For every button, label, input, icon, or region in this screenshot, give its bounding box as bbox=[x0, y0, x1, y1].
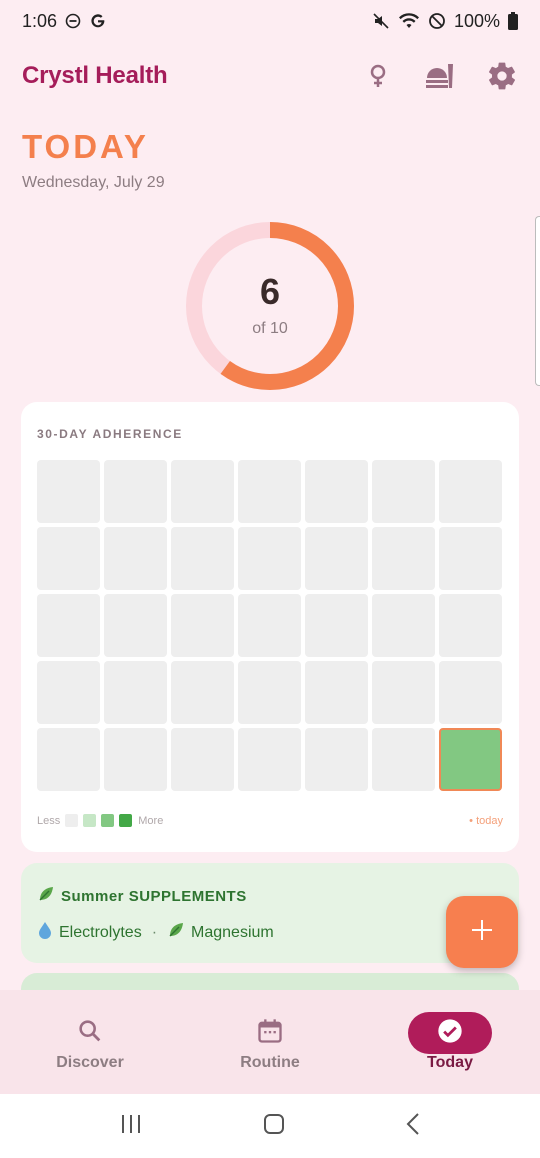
adherence-cell bbox=[439, 527, 502, 590]
female-symbol-icon[interactable] bbox=[362, 60, 394, 92]
adherence-cell bbox=[439, 460, 502, 523]
adherence-cell bbox=[238, 594, 301, 657]
bottom-navigation: Discover Routine Today bbox=[0, 990, 540, 1094]
routine-item-label: Magnesium bbox=[191, 923, 274, 941]
add-button[interactable] bbox=[446, 896, 518, 968]
adherence-cell bbox=[238, 527, 301, 590]
adherence-cell bbox=[37, 594, 100, 657]
adherence-cell bbox=[37, 527, 100, 590]
adherence-cell bbox=[372, 728, 435, 791]
adherence-cell bbox=[372, 594, 435, 657]
nav-label: Discover bbox=[56, 1054, 124, 1071]
adherence-cell bbox=[37, 728, 100, 791]
page-title: TODAY bbox=[22, 128, 149, 165]
legend-more-label: More bbox=[138, 814, 164, 827]
adherence-cell bbox=[171, 594, 234, 657]
legend-swatch-empty bbox=[65, 814, 79, 827]
status-time: 1:06 bbox=[22, 10, 58, 31]
adherence-cell bbox=[104, 460, 167, 523]
adherence-cell bbox=[305, 527, 368, 590]
plus-icon bbox=[470, 918, 494, 947]
adherence-cell bbox=[238, 661, 301, 724]
adherence-cell bbox=[104, 728, 167, 791]
adherence-cell bbox=[238, 728, 301, 791]
app-header: Crystl Health bbox=[0, 50, 540, 102]
adherence-cell bbox=[171, 728, 234, 791]
adherence-cell bbox=[238, 460, 301, 523]
adherence-cell bbox=[104, 661, 167, 724]
adherence-cell bbox=[372, 661, 435, 724]
nav-item-discover[interactable]: Discover bbox=[0, 990, 180, 1094]
app-brand: Crystl Health bbox=[22, 62, 168, 89]
leaf-icon bbox=[167, 921, 185, 944]
adherence-card-title: 30-DAY ADHERENCE bbox=[37, 427, 183, 441]
routine-item-label: Electrolytes bbox=[59, 923, 142, 941]
adherence-cell bbox=[104, 527, 167, 590]
recents-icon[interactable] bbox=[119, 1113, 143, 1140]
adherence-cell bbox=[37, 661, 100, 724]
back-icon[interactable] bbox=[405, 1112, 421, 1141]
legend-swatch-high bbox=[119, 814, 133, 827]
adherence-legend: Less More bbox=[37, 814, 163, 827]
adherence-cell bbox=[305, 661, 368, 724]
adherence-cell bbox=[305, 460, 368, 523]
wifi-icon bbox=[398, 12, 420, 30]
adherence-cell bbox=[305, 728, 368, 791]
item-separator: · bbox=[151, 923, 158, 941]
nav-item-today[interactable]: Today bbox=[360, 990, 540, 1094]
routine-items: Electrolytes · Magnesium bbox=[37, 921, 274, 944]
status-bar: 1:06 100% bbox=[0, 0, 540, 42]
mute-icon bbox=[372, 12, 390, 30]
adherence-cell bbox=[171, 460, 234, 523]
routine-title: Summer SUPPLEMENTS bbox=[61, 887, 247, 905]
routine-card[interactable]: Summer SUPPLEMENTS Electrolytes · Magnes… bbox=[21, 863, 519, 963]
adherence-cell bbox=[372, 460, 435, 523]
adherence-cell bbox=[104, 594, 167, 657]
system-navigation-bar bbox=[0, 1094, 540, 1158]
home-icon[interactable] bbox=[262, 1112, 286, 1141]
blocked-icon bbox=[428, 12, 446, 30]
battery-text: 100% bbox=[453, 10, 500, 31]
droplet-icon bbox=[37, 921, 53, 944]
adherence-grid bbox=[37, 460, 503, 791]
do-not-disturb-icon bbox=[65, 13, 81, 29]
adherence-cell bbox=[305, 594, 368, 657]
legend-less-label: Less bbox=[37, 814, 61, 827]
battery-icon bbox=[508, 12, 518, 30]
food-icon[interactable] bbox=[424, 60, 456, 92]
adherence-cell-today bbox=[439, 728, 502, 791]
adherence-cell bbox=[439, 661, 502, 724]
nav-label: Today bbox=[427, 1054, 473, 1071]
adherence-cell bbox=[372, 527, 435, 590]
adherence-cell bbox=[37, 460, 100, 523]
settings-icon[interactable] bbox=[486, 60, 518, 92]
adherence-cell bbox=[171, 661, 234, 724]
adherence-cell bbox=[171, 527, 234, 590]
search-icon bbox=[76, 1017, 104, 1050]
today-marker-note: • today bbox=[469, 815, 503, 827]
scroll-indicator[interactable] bbox=[535, 216, 540, 386]
doses-total-label: of 10 bbox=[252, 320, 288, 337]
legend-swatch-low bbox=[83, 814, 97, 827]
adherence-cell bbox=[439, 594, 502, 657]
nav-label: Routine bbox=[240, 1054, 300, 1071]
doses-taken-count: 6 bbox=[259, 271, 281, 312]
progress-ring: 6 of 10 bbox=[180, 216, 360, 396]
adherence-card: 30-DAY ADHERENCE Less More • today bbox=[21, 402, 519, 852]
calendar-icon bbox=[256, 1017, 284, 1050]
google-icon bbox=[89, 12, 107, 30]
check-circle-icon bbox=[436, 1017, 464, 1050]
leaf-icon bbox=[37, 885, 55, 907]
legend-swatch-mid bbox=[101, 814, 115, 827]
nav-item-routine[interactable]: Routine bbox=[180, 990, 360, 1094]
today-date: Wednesday, July 29 bbox=[22, 174, 165, 191]
